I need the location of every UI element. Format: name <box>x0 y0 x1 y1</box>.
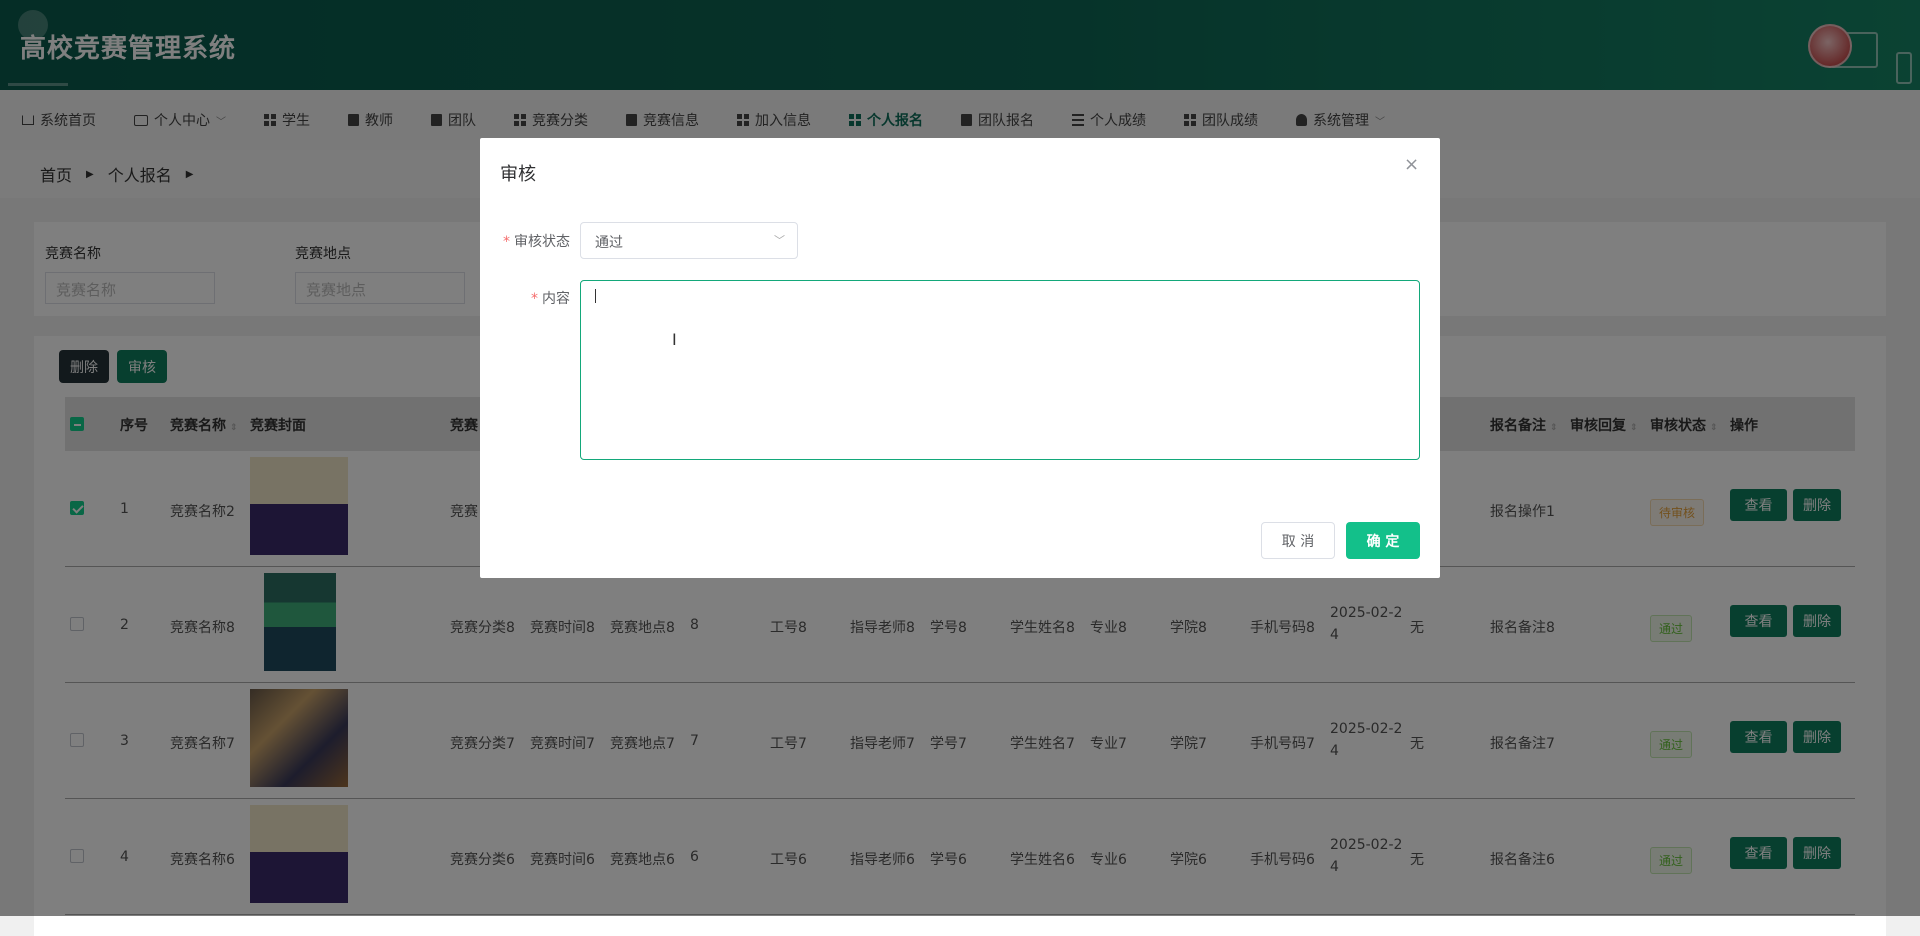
close-icon[interactable]: × <box>1404 154 1419 175</box>
confirm-button[interactable]: 确 定 <box>1346 522 1420 559</box>
required-asterisk: * <box>531 291 538 307</box>
content-textarea[interactable] <box>580 280 1420 460</box>
status-select[interactable]: 通过 ﹀ <box>580 222 798 259</box>
required-asterisk: * <box>503 234 510 250</box>
content-field-label: * 内容 <box>531 291 570 307</box>
cancel-button[interactable]: 取 消 <box>1261 522 1335 559</box>
text-cursor-icon: I <box>672 330 677 349</box>
dialog-title: 审核 <box>500 164 536 185</box>
status-field-label: * 审核状态 <box>503 234 570 250</box>
status-select-value: 通过 <box>595 235 623 251</box>
chevron-down-icon: ﹀ <box>774 234 785 247</box>
text-caret <box>595 289 596 303</box>
review-dialog: 审核 × * 审核状态 通过 ﹀ * 内容 取 消 确 定 <box>480 138 1440 578</box>
